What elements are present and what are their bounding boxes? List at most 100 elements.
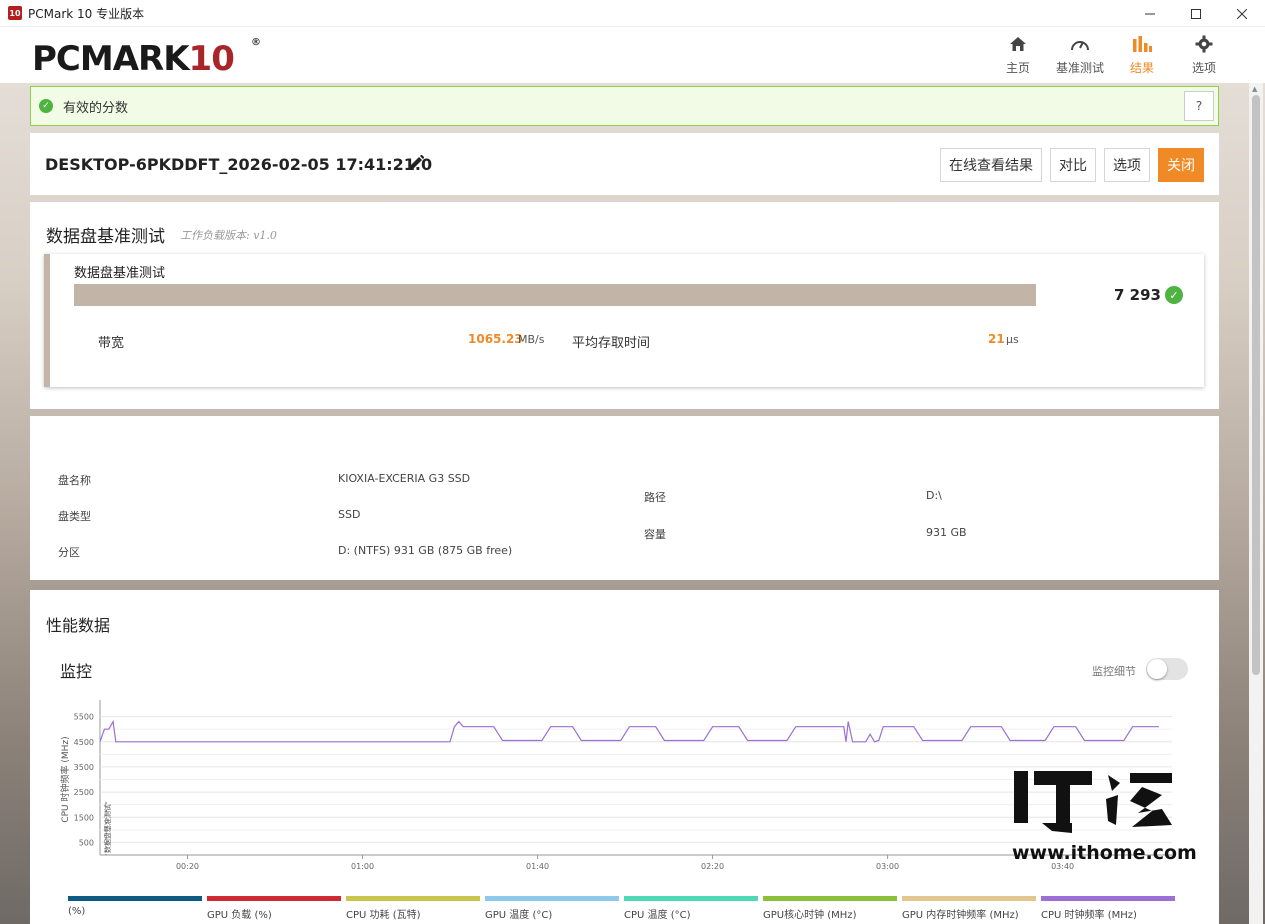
close-result-button[interactable]: 关闭 [1158, 148, 1204, 182]
view-online-button[interactable]: 在线查看结果 [940, 148, 1042, 182]
nav-options-label: 选项 [1191, 61, 1216, 75]
score-value: 7 293 [1114, 286, 1161, 304]
benchmark-section: 数据盘基准测试 工作负载版本: v1.0 数据盘基准测试 7 293 ✓ 带宽 … [30, 202, 1219, 409]
legend-swatch [346, 896, 480, 901]
score-card-title: 数据盘基准测试 [74, 266, 166, 281]
gear-icon [1195, 33, 1213, 55]
y-tick-label: 500 [79, 838, 94, 847]
result-header: DESKTOP-6PKDDFT_2026-02-05 17:41:21.0 在线… [30, 133, 1219, 195]
legend-label: CPU 温度 (°C) [624, 910, 691, 921]
main-nav: 主页 基准测试 结果 选项 [987, 33, 1235, 76]
drive-info-section: 盘名称 KIOXIA-EXCERIA G3 SSD 盘类型 SSD 分区 D: … [30, 416, 1219, 580]
bandwidth-label: 带宽 [98, 336, 125, 351]
chart-legend: (%) GPU 负载 (%) CPU 功耗 (瓦特) GPU 温度 (°C) CPU 温… [68, 896, 1175, 921]
nav-benchmarks[interactable]: 基准测试 [1049, 33, 1111, 76]
legend-item[interactable]: GPU 负载 (%) [207, 896, 341, 921]
maximize-button[interactable] [1173, 0, 1219, 27]
legend-item[interactable]: (%) [68, 896, 202, 921]
legend-item[interactable]: CPU 功耗 (瓦特) [346, 896, 480, 921]
result-actions: 在线查看结果 对比 选项 关闭 [940, 148, 1204, 182]
legend-label: GPU 负载 (%) [207, 910, 272, 921]
minimize-icon [1145, 13, 1155, 14]
benchmark-title: 数据盘基准测试 [46, 227, 165, 247]
toggle-knob [1147, 659, 1167, 679]
options-button[interactable]: 选项 [1104, 148, 1150, 182]
x-tick-label: 00:20 [176, 862, 199, 871]
benchmark-score: 7 293 ✓ [1114, 286, 1183, 304]
check-circle-icon: ✓ [39, 99, 53, 113]
x-tick-label: 02:20 [701, 862, 724, 871]
y-tick-label: 5500 [74, 713, 94, 722]
legend-swatch [763, 896, 897, 901]
legend-item[interactable]: GPU 温度 (°C) [485, 896, 619, 921]
maximize-icon [1191, 8, 1201, 19]
minimize-button[interactable] [1127, 0, 1173, 27]
performance-section: 性能数据 监控 监控细节 500 1500 2500 3500 4500 5500 00:2… [30, 590, 1219, 924]
x-tick-label: 01:00 [351, 862, 374, 871]
legend-item[interactable]: CPU 时钟频率 (MHz) [1041, 896, 1175, 921]
legend-item[interactable]: GPU 内存时钟频率 (MHz) [902, 896, 1036, 921]
path-value: D:\ [926, 489, 942, 502]
bandwidth-value: 1065.23 [468, 332, 523, 346]
gauge-icon [1070, 33, 1090, 55]
y-tick-label: 2500 [74, 788, 94, 797]
legend-swatch [624, 896, 758, 901]
window-controls [1127, 0, 1265, 27]
drive-type-label: 盘类型 [58, 510, 91, 523]
drive-type-value: SSD [338, 508, 361, 521]
help-button[interactable]: ? [1184, 91, 1214, 121]
legend-item[interactable]: GPU核心时钟 (MHz) [763, 896, 897, 921]
app-header: PCMARK10 ® 主页 基准测试 结果 选项 [0, 27, 1265, 83]
compare-button[interactable]: 对比 [1050, 148, 1096, 182]
partition-label: 分区 [58, 546, 80, 559]
watermark-url: www.ithome.com [1012, 842, 1197, 864]
workload-version: 工作负载版本: v1.0 [180, 229, 277, 242]
nav-results[interactable]: 结果 [1111, 33, 1173, 76]
valid-score-banner: ✓ 有效的分数 ? [30, 86, 1219, 126]
nav-results-label: 结果 [1129, 61, 1154, 75]
legend-item[interactable]: CPU 温度 (°C) [624, 896, 758, 921]
x-tick-label: 03:00 [876, 862, 899, 871]
y-axis-label: CPU 时钟频率 (MHz) [59, 736, 71, 822]
bandwidth-unit: MB/s [518, 333, 545, 346]
benchmark-score-card: 数据盘基准测试 7 293 ✓ 带宽 1065.23 MB/s 平均存取时间 2… [44, 254, 1204, 387]
window-title: PCMark 10 专业版本 [28, 6, 145, 21]
bar-chart-icon [1132, 33, 1152, 55]
x-tick-label: 01:40 [526, 862, 549, 871]
legend-label: GPU 内存时钟频率 (MHz) [902, 910, 1019, 921]
nav-home[interactable]: 主页 [987, 33, 1049, 76]
monitor-details-label: 监控细节 [1092, 665, 1136, 678]
pcmark-logo: PCMARK10 ® [32, 37, 261, 79]
edit-pencil-icon[interactable] [410, 154, 425, 172]
app-icon: 10 [8, 6, 22, 20]
drive-name-label: 盘名称 [58, 474, 91, 487]
legend-label: GPU核心时钟 (MHz) [763, 910, 857, 921]
partition-value: D: (NTFS) 931 GB (875 GB free) [338, 544, 513, 557]
banner-text: 有效的分数 [63, 100, 129, 116]
legend-label: CPU 功耗 (瓦特) [346, 910, 421, 921]
capacity-value: 931 GB [926, 526, 967, 539]
y-tick-label: 4500 [74, 738, 94, 747]
nav-options[interactable]: 选项 [1173, 33, 1235, 76]
performance-title: 性能数据 [46, 616, 111, 635]
legend-label: CPU 时钟频率 (MHz) [1041, 910, 1137, 921]
monitor-details-toggle[interactable] [1146, 658, 1188, 680]
benchmark-marker-label: 数据盘基准测试 [103, 804, 112, 853]
close-window-button[interactable] [1219, 0, 1265, 27]
score-bar [74, 284, 1036, 306]
vertical-scrollbar[interactable]: ▲ [1249, 83, 1263, 924]
legend-swatch [485, 896, 619, 901]
result-title: DESKTOP-6PKDDFT_2026-02-05 17:41:21.0 [45, 155, 433, 174]
title-bar: 10 PCMark 10 专业版本 [0, 0, 1265, 27]
check-circle-icon: ✓ [1164, 286, 1183, 304]
scroll-thumb[interactable] [1252, 95, 1260, 675]
legend-swatch [1041, 896, 1175, 901]
home-icon [1009, 33, 1027, 55]
scroll-up-icon[interactable]: ▲ [1252, 85, 1257, 93]
legend-swatch [68, 896, 202, 901]
legend-label: GPU 温度 (°C) [485, 910, 553, 921]
y-tick-label: 1500 [74, 813, 94, 822]
drive-name-value: KIOXIA-EXCERIA G3 SSD [338, 472, 471, 485]
access-time-value: 21 [988, 332, 1005, 346]
access-time-unit: μs [1006, 333, 1019, 346]
